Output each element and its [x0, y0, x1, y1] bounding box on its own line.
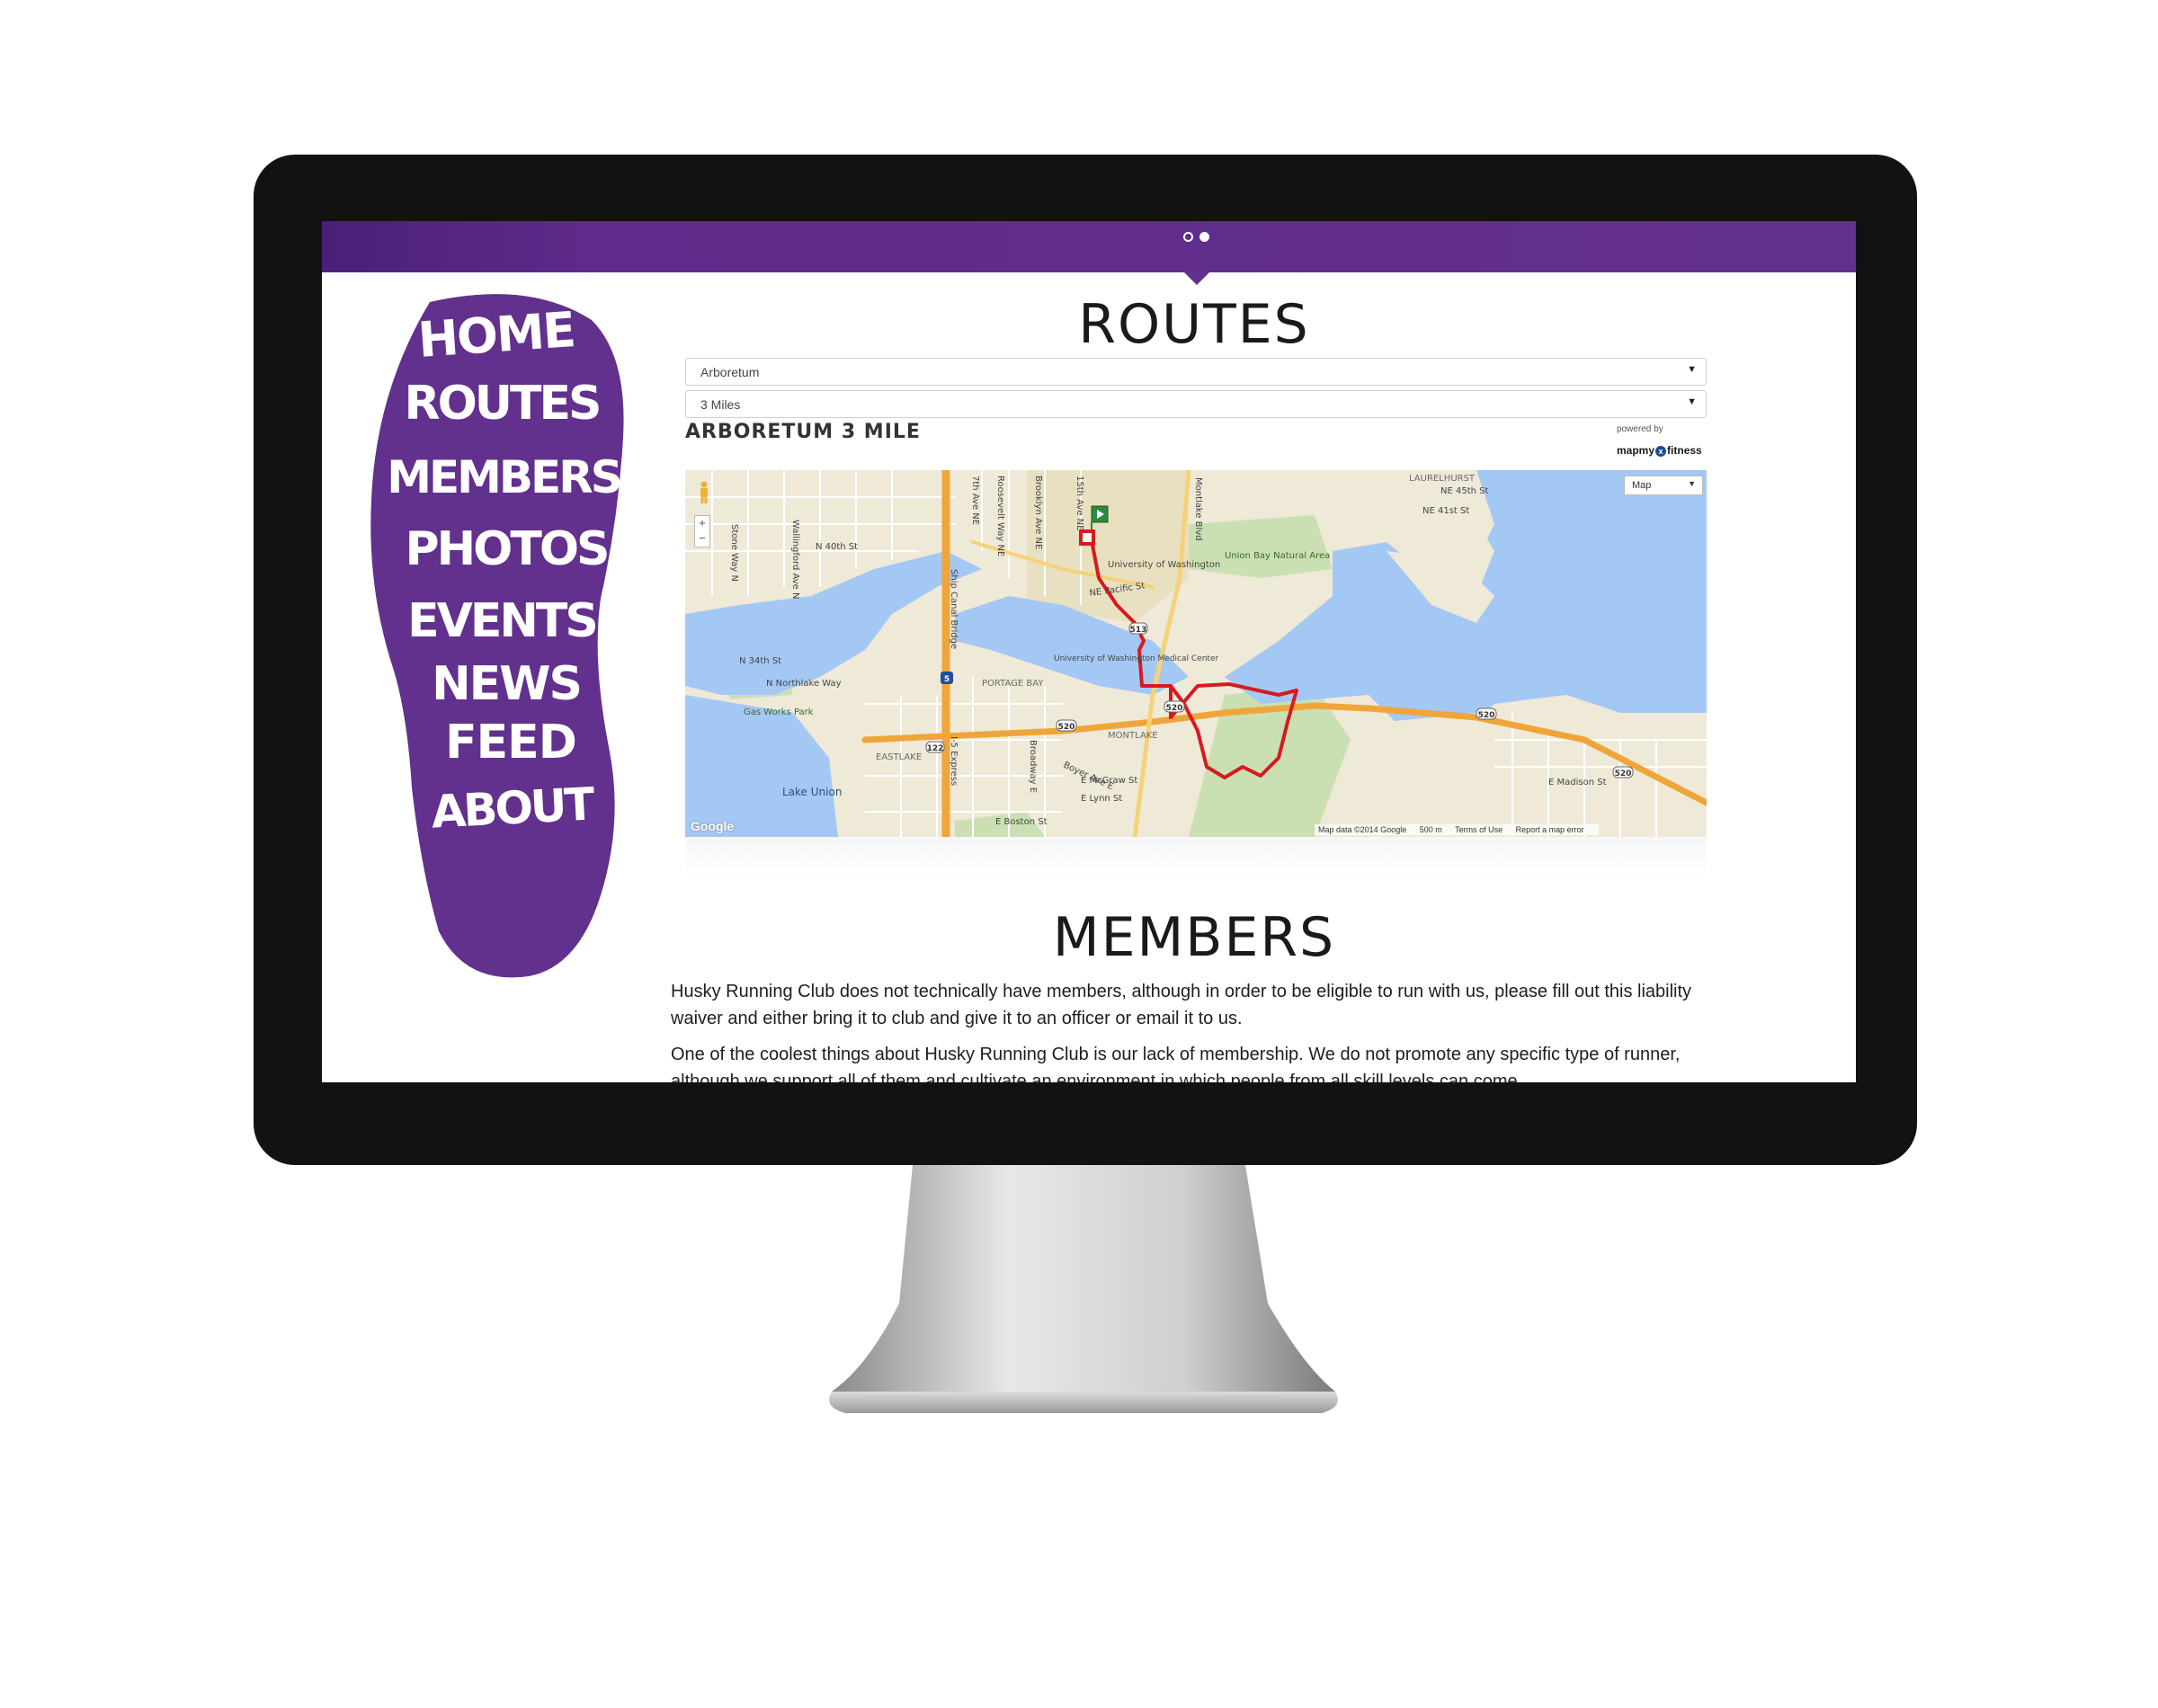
map-shadow [685, 837, 1707, 878]
map-label: N Northlake Way [766, 679, 842, 689]
zoom-in-button[interactable]: + [695, 516, 709, 531]
route-end-marker-icon[interactable] [1079, 529, 1095, 546]
nav-item-news[interactable]: NEWS [432, 657, 583, 711]
distance-select[interactable]: 3 Miles ▼ [685, 390, 1707, 418]
area-select[interactable]: Arboretum ▼ [685, 358, 1707, 386]
map-label: E McGraw St [1081, 776, 1137, 786]
zoom-out-button[interactable]: − [695, 531, 709, 547]
members-paragraph-2: One of the coolest things about Husky Ru… [671, 1045, 1681, 1082]
map-type-value: Map [1632, 480, 1652, 491]
terms-link[interactable]: Terms of Use [1455, 825, 1503, 834]
map-label: Union Bay Natural Area [1225, 551, 1330, 561]
map-label: Stone Way N [729, 524, 739, 582]
map-footer: Map data ©2014 Google 500 m Terms of Use… [1315, 824, 1599, 835]
routes-heading: ROUTES [1078, 293, 1310, 356]
route-map[interactable]: 520 520 520 520 5 513 122 Stone Way N Wa… [685, 470, 1707, 837]
area-select-value: Arboretum [700, 365, 760, 379]
google-logo[interactable]: Google [691, 819, 734, 833]
nav-item-routes[interactable]: ROUTES [405, 377, 602, 431]
map-label: EASTLAKE [876, 752, 922, 762]
route-name: ARBORETUM 3 MILE [685, 421, 921, 443]
map-label: 15th Ave NE [1075, 476, 1084, 530]
slide-dot-2-active[interactable] [1199, 232, 1209, 242]
footprint-nav: HOME ROUTES MEMBERS PHOTOS EVENTS NEWS F… [370, 294, 624, 978]
map-label: Brooklyn Ave NE [1033, 476, 1043, 549]
map-label: Wallingford Ave N [790, 520, 800, 599]
map-label: I-5 Express [949, 736, 959, 786]
website-screen: HOME ROUTES MEMBERS PHOTOS EVENTS NEWS F… [322, 221, 1856, 1082]
report-error-link[interactable]: Report a map error [1516, 825, 1584, 834]
provider-mark-icon: x [1655, 446, 1667, 457]
mapmyfitness-logo[interactable]: mapmy x fitness [1617, 444, 1702, 457]
map-label: Broadway E [1028, 740, 1038, 793]
street-view-pegman-icon[interactable] [698, 481, 710, 504]
map-label: 7th Ave NE [970, 476, 980, 525]
route-520-shield: 520 [1058, 723, 1075, 732]
route-520-shield: 520 [1478, 711, 1495, 720]
map-label: E Madison St [1548, 778, 1607, 787]
map-label: Ship Canal Bridge [949, 569, 959, 649]
zoom-control[interactable]: + − [694, 515, 710, 547]
route-513-shield: 513 [1130, 626, 1147, 635]
map-label: Lake Union [782, 786, 842, 798]
map-data-attribution: Map data ©2014 Google [1318, 825, 1407, 834]
map-label: NE 41st St [1422, 506, 1469, 516]
map-label: PORTAGE BAY [982, 679, 1044, 689]
nav-item-members[interactable]: MEMBERS [387, 451, 622, 503]
nav-item-home[interactable]: HOME [416, 301, 576, 369]
map-label: N 40th St [816, 542, 858, 552]
map-scale: 500 m [1419, 825, 1442, 834]
header-bar [322, 221, 1856, 272]
provider-prefix: mapmy [1617, 444, 1655, 457]
powered-by-label: powered by [1617, 424, 1663, 434]
map-label: Gas Works Park [744, 707, 814, 717]
nav-item-feed[interactable]: FEED [445, 716, 577, 769]
map-canvas[interactable]: 520 520 520 520 5 513 122 Stone Way N Wa… [685, 470, 1707, 837]
slide-dot-1[interactable] [1183, 232, 1193, 242]
interstate-5-shield: 5 [944, 675, 950, 684]
map-type-select[interactable]: Map ▼ [1624, 476, 1703, 495]
caret-down-icon: ▼ [1687, 396, 1697, 407]
distance-select-value: 3 Miles [700, 397, 741, 412]
map-label: University of Washington Medical Center [1054, 654, 1218, 663]
map-label: MONTLAKE [1108, 731, 1158, 741]
map-label: University of Washington [1108, 560, 1220, 570]
nav-item-events[interactable]: EVENTS [407, 594, 599, 648]
route-122-shield: 122 [927, 744, 944, 753]
map-label: E Boston St [995, 817, 1048, 827]
nav-item-photos[interactable]: PHOTOS [406, 522, 611, 576]
route-520-shield: 520 [1166, 704, 1183, 713]
map-label: NE 45th St [1440, 486, 1488, 496]
map-label: E Lynn St [1081, 794, 1122, 804]
nav-item-about[interactable]: ABOUT [430, 778, 596, 838]
map-label: LAURELHURST [1409, 474, 1476, 484]
map-label: Roosevelt Way NE [995, 476, 1005, 556]
members-heading: MEMBERS [1052, 906, 1336, 969]
map-label: Montlake Blvd [1193, 477, 1203, 541]
members-paragraph-1: Husky Running Club does not technically … [671, 982, 1692, 1028]
provider-suffix: fitness [1667, 444, 1702, 457]
header-notch [1184, 272, 1209, 285]
caret-down-icon: ▼ [1687, 364, 1697, 375]
caret-down-icon: ▼ [1688, 479, 1696, 488]
route-520-shield: 520 [1615, 769, 1632, 778]
map-label: N 34th St [739, 656, 781, 666]
